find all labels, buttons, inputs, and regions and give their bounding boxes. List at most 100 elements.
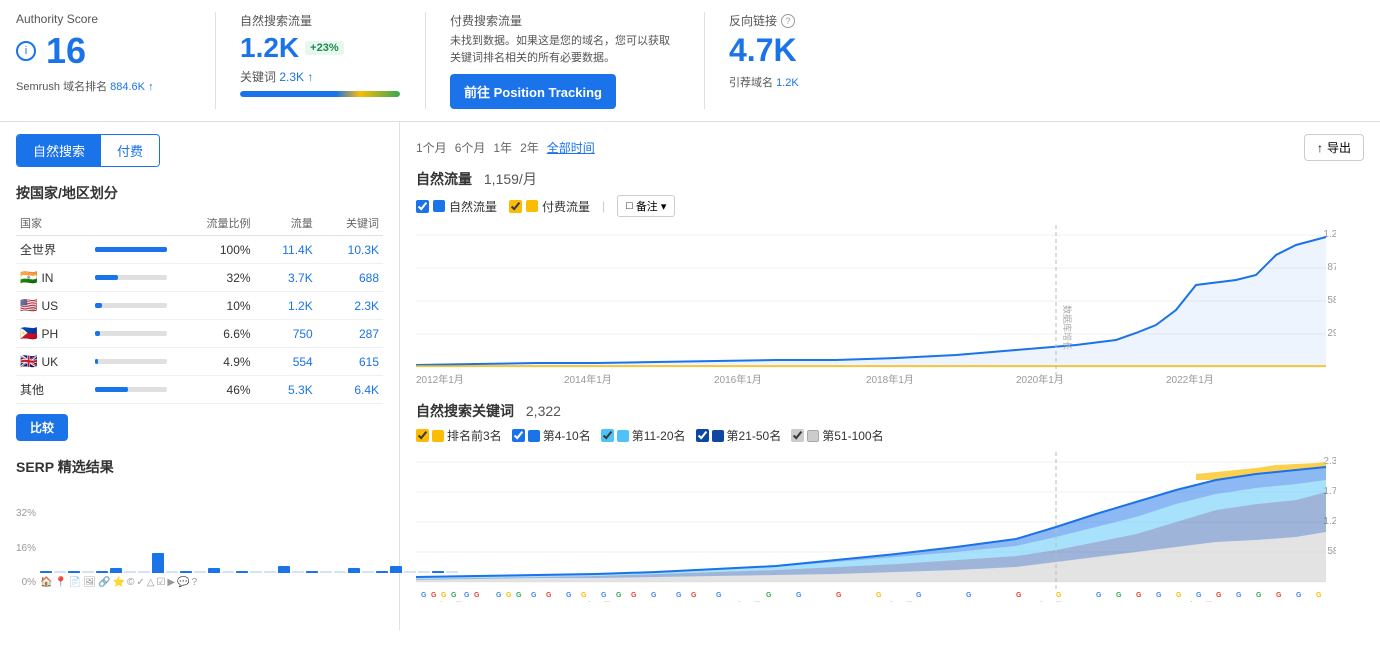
authority-score-label: Authority Score	[16, 12, 191, 26]
traffic-pct: 32%	[171, 264, 255, 292]
left-panel: 自然搜索 付费 按国家/地区划分 国家 流量比例 流量 关键词 全世界 100%	[0, 122, 400, 630]
time-alltime[interactable]: 全部时间	[547, 139, 595, 156]
organic-traffic-block: 自然搜索流量 1.2K +23% 关键词 2.3K ↑	[216, 12, 426, 109]
notes-icon: □	[626, 200, 633, 212]
svg-text:G: G	[796, 592, 802, 599]
export-button[interactable]: ↑ 导出	[1304, 134, 1364, 161]
traffic-amount[interactable]: 1.2K	[255, 292, 317, 320]
main-content: 自然搜索 付费 按国家/地区划分 国家 流量比例 流量 关键词 全世界 100%	[0, 122, 1380, 630]
chart1-subtitle: 1,159/月	[484, 171, 537, 187]
traffic-amount[interactable]: 11.4K	[255, 236, 317, 264]
keywords-amount[interactable]: 688	[317, 264, 383, 292]
svg-text:G: G	[601, 592, 607, 599]
traffic-amount[interactable]: 750	[255, 320, 317, 348]
table-row: 🇮🇳IN 32% 3.7K 688	[16, 264, 383, 292]
svg-text:2012年1月: 2012年1月	[416, 373, 464, 385]
svg-text:2014年1月: 2014年1月	[564, 373, 612, 385]
svg-text:G: G	[1156, 592, 1162, 599]
svg-text:2018年1月: 2018年1月	[866, 373, 914, 385]
time-1month[interactable]: 1个月	[416, 139, 447, 156]
traffic-bar-cell	[91, 348, 171, 376]
kw-11-20[interactable]: 第11-20名	[601, 427, 686, 444]
table-row: 🇵🇭PH 6.6% 750 287	[16, 320, 383, 348]
semrush-rank-link[interactable]: 884.6K ↑	[110, 81, 153, 93]
svg-text:G: G	[1136, 592, 1142, 599]
time-6month[interactable]: 6个月	[455, 139, 486, 156]
chart1-svg: 1.2K 872 582 291 0 数据	[416, 225, 1336, 385]
time-selector: 1个月 6个月 1年 2年 全部时间 ↑ 导出	[416, 134, 1364, 161]
traffic-bar-cell	[91, 320, 171, 348]
col-country: 国家	[16, 211, 91, 236]
keywords-amount[interactable]: 2.3K	[317, 292, 383, 320]
serp-bar	[264, 571, 276, 573]
kw-21-50[interactable]: 第21-50名	[696, 427, 782, 444]
keywords-amount[interactable]: 615	[317, 348, 383, 376]
compare-button[interactable]: 比较	[16, 414, 68, 441]
svg-text:291: 291	[1327, 328, 1336, 339]
svg-text:G: G	[474, 592, 480, 599]
serp-bar	[40, 571, 52, 574]
serp-bar	[166, 571, 178, 573]
table-row: 🇬🇧UK 4.9% 554 615	[16, 348, 383, 376]
tab-bar: 自然搜索 付费	[16, 134, 160, 167]
tab-organic[interactable]: 自然搜索	[17, 135, 101, 166]
keywords-amount[interactable]: 6.4K	[317, 376, 383, 404]
serp-bar	[278, 566, 290, 574]
serp-y-labels: 32% 16% 0%	[16, 508, 40, 588]
referring-domains-link[interactable]: 1.2K	[776, 77, 799, 89]
position-tracking-button[interactable]: 前往 Position Tracking	[450, 74, 616, 109]
svg-text:2020年1月: 2020年1月	[1016, 600, 1064, 602]
notes-button[interactable]: □ 备注 ▾	[617, 195, 675, 217]
kw-top3[interactable]: 排名前3名	[416, 427, 502, 444]
country-name: 🇺🇸US	[16, 292, 91, 320]
legend-paid[interactable]: 付费流量	[509, 198, 590, 215]
svg-text:2022年1月: 2022年1月	[1166, 600, 1214, 602]
svg-text:2012年1月: 2012年1月	[416, 600, 464, 602]
backlinks-value: 4.7K	[729, 32, 797, 68]
time-1year[interactable]: 1年	[493, 139, 512, 156]
serp-bar	[138, 571, 150, 573]
keywords-row: 关键词 2.3K ↑	[240, 68, 401, 85]
traffic-pct: 10%	[171, 292, 255, 320]
svg-text:872: 872	[1327, 262, 1336, 273]
keywords-amount[interactable]: 10.3K	[317, 236, 383, 264]
traffic-amount[interactable]: 5.3K	[255, 376, 317, 404]
serp-bar	[236, 571, 248, 574]
serp-bar	[54, 571, 66, 573]
country-name: 其他	[16, 376, 91, 404]
traffic-amount[interactable]: 3.7K	[255, 264, 317, 292]
serp-title: SERP 精选结果	[16, 457, 383, 477]
traffic-pct: 4.9%	[171, 348, 255, 376]
serp-bar	[334, 571, 346, 573]
traffic-bar-cell	[91, 376, 171, 404]
backlinks-label: 反向链接 ?	[729, 12, 841, 29]
country-name: 全世界	[16, 236, 91, 264]
serp-bar	[320, 571, 332, 573]
keywords-link[interactable]: 2.3K ↑	[279, 70, 313, 84]
keywords-amount[interactable]: 287	[317, 320, 383, 348]
authority-score-block: Authority Score i 16 Semrush 域名排名 884.6K…	[16, 12, 216, 109]
svg-text:G: G	[876, 592, 882, 599]
svg-text:2016年1月: 2016年1月	[714, 373, 762, 385]
authority-icon: i	[16, 41, 36, 61]
svg-text:G: G	[836, 592, 842, 599]
svg-text:G: G	[441, 592, 447, 599]
organic-traffic-value: 1.2K	[240, 33, 299, 64]
svg-text:G: G	[1116, 592, 1122, 599]
traffic-amount[interactable]: 554	[255, 348, 317, 376]
legend-organic[interactable]: 自然流量	[416, 198, 497, 215]
kw-51-100[interactable]: 第51-100名	[791, 427, 883, 444]
country-table: 国家 流量比例 流量 关键词 全世界 100% 11.4K 10.3K 🇮🇳IN	[16, 211, 383, 404]
kw-4-10[interactable]: 第4-10名	[512, 427, 591, 444]
serp-bar	[180, 571, 192, 574]
svg-text:2018年1月: 2018年1月	[866, 600, 914, 602]
organic-traffic-badge: +23%	[305, 41, 343, 55]
tab-paid[interactable]: 付费	[101, 135, 159, 166]
serp-bar	[306, 571, 318, 574]
legend-organic-dot	[433, 200, 445, 212]
svg-text:G: G	[1236, 592, 1242, 599]
svg-text:582: 582	[1327, 546, 1336, 557]
col-traffic: 流量	[255, 211, 317, 236]
semrush-rank: Semrush 域名排名 884.6K ↑	[16, 78, 191, 94]
time-2year[interactable]: 2年	[520, 139, 539, 156]
